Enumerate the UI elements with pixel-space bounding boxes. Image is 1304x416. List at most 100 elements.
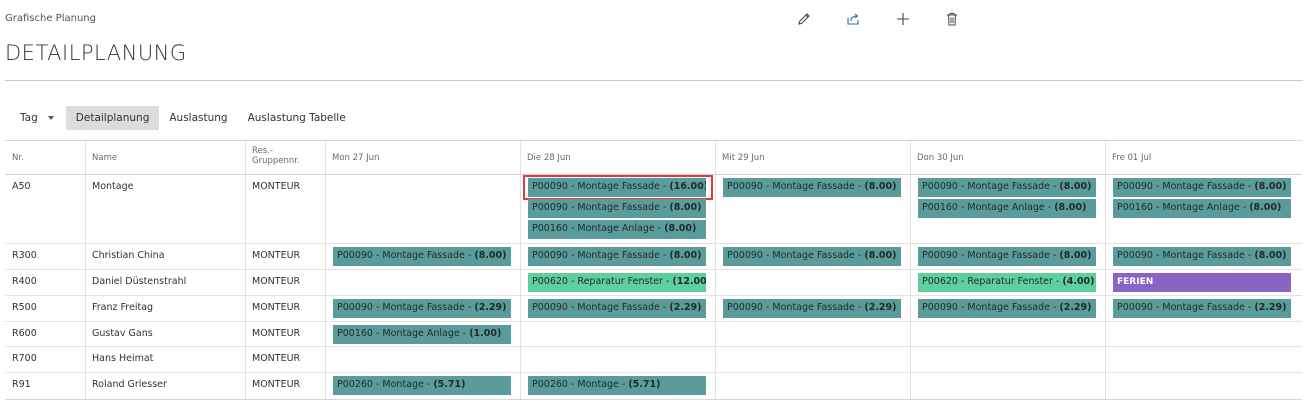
tab-detailplanung[interactable]: Detailplanung [65,106,160,130]
chevron-down-icon [47,116,54,120]
edit-button[interactable] [795,10,813,28]
bar-hours: (8.00) [669,250,702,261]
row-group: MONTEUR [252,328,301,339]
row-group: MONTEUR [252,276,301,287]
row-nr: R400 [12,276,37,287]
bar-label: P00160 - Montage Anlage - [337,328,470,339]
bar-label: P00260 - Montage - [532,379,629,390]
header-divider [5,80,1303,81]
planning-bar[interactable]: P00090 - Montage Fassade - (8.00) [1113,178,1291,197]
row-divider [5,269,1302,270]
planning-bar[interactable]: P00090 - Montage Fassade - (2.29) [918,299,1096,318]
row-group: MONTEUR [252,379,301,390]
row-divider [5,174,1302,175]
planning-bar[interactable]: P00090 - Montage Fassade - (8.00) [723,247,901,266]
planning-bar[interactable]: P00090 - Montage Fassade - (8.00) [528,247,706,266]
bar-hours: (8.00) [1059,250,1092,261]
bar-hours: (8.00) [669,202,702,213]
planning-bar[interactable]: P00090 - Montage Fassade - (8.00) [528,199,706,218]
add-button[interactable] [894,10,912,28]
bar-hours: (5.71) [433,379,466,390]
column-header-name[interactable]: Name [92,153,117,163]
planning-bar[interactable]: P00260 - Montage - (5.71) [333,376,511,395]
bar-label: P00620 - Reparatur Fenster - [922,276,1063,287]
column-divider [520,141,521,399]
delete-button[interactable] [943,10,961,28]
bar-label: P00090 - Montage Fassade - [337,302,475,313]
planning-bar[interactable]: P00090 - Montage Fassade - (16.00) [528,178,706,197]
bar-hours: (2.29) [669,302,702,313]
planning-bar[interactable]: P00090 - Montage Fassade - (8.00) [723,178,901,197]
column-header-nr[interactable]: Nr. [12,153,24,163]
column-divider [325,141,326,399]
bar-label: P00160 - Montage Anlage - [922,202,1055,213]
column-header-day[interactable]: Mit 29 Jun [722,153,765,163]
planning-bar[interactable]: P00620 - Reparatur Fenster - (4.00) [918,273,1096,292]
planning-bar[interactable]: P00090 - Montage Fassade - (8.00) [918,247,1096,266]
column-divider [245,141,246,399]
bar-label: P00160 - Montage Anlage - [1117,202,1250,213]
tab-auslastung-tabelle[interactable]: Auslastung Tabelle [238,106,356,130]
column-header-day[interactable]: Mon 27 Jun [332,153,379,163]
row-group: MONTEUR [252,181,301,192]
row-divider [5,243,1302,244]
bar-label: P00090 - Montage Fassade - [1117,181,1255,192]
bar-hours: (2.29) [1254,302,1287,313]
column-divider [715,141,716,399]
planning-bar[interactable]: P00090 - Montage Fassade - (2.29) [1113,299,1291,318]
planning-bar[interactable]: P00160 - Montage Anlage - (8.00) [918,199,1096,218]
bar-label: P00090 - Montage Fassade - [922,181,1060,192]
bar-hours: (8.00) [1254,181,1287,192]
bar-label: P00160 - Montage Anlage - [532,223,665,234]
period-dropdown[interactable]: Tag [10,106,66,130]
column-divider [910,141,911,399]
planning-bar[interactable]: P00090 - Montage Fassade - (2.29) [333,299,511,318]
bar-hours: (1.00) [469,328,502,339]
planning-bar[interactable]: P00160 - Montage Anlage - (8.00) [1113,199,1291,218]
bar-hours: (8.00) [1249,202,1282,213]
share-icon [847,13,859,25]
period-label: Tag [20,112,38,124]
planning-bar[interactable]: P00620 - Reparatur Fenster - (12.00) [528,273,706,292]
row-nr: R700 [12,353,37,364]
bar-hours: (8.00) [1254,250,1287,261]
column-header-day[interactable]: Fre 01 Jul [1112,153,1151,163]
bar-label: FERIEN [1117,277,1154,287]
bar-hours: (8.00) [1059,181,1092,192]
plus-icon [897,13,909,25]
row-divider [5,346,1302,347]
bar-hours: (16.00) [669,181,706,192]
bar-label: P00090 - Montage Fassade - [727,181,865,192]
planning-bar[interactable]: P00090 - Montage Fassade - (8.00) [918,178,1096,197]
planning-bar[interactable]: P00260 - Montage - (5.71) [528,376,706,395]
row-name: Hans Heimat [92,353,154,364]
row-name: Montage [92,181,134,192]
bar-label: P00090 - Montage Fassade - [337,250,475,261]
row-divider [5,372,1302,373]
bar-hours: (5.71) [628,379,661,390]
column-header-group[interactable]: Res.- Gruppennr. [252,146,300,166]
planning-bar[interactable]: P00090 - Montage Fassade - (8.00) [1113,247,1291,266]
column-divider [85,141,86,399]
planning-bar[interactable]: FERIEN [1113,273,1291,292]
bar-label: P00090 - Montage Fassade - [532,181,670,192]
bar-label: P00090 - Montage Fassade - [1117,302,1255,313]
bar-hours: (2.29) [1059,302,1092,313]
breadcrumb[interactable]: Grafische Planung [5,13,96,24]
planning-bar[interactable]: P00090 - Montage Fassade - (2.29) [528,299,706,318]
row-name: Franz Freitag [92,302,154,313]
share-button[interactable] [844,10,862,28]
planning-bar[interactable]: P00160 - Montage Anlage - (1.00) [333,325,511,344]
planning-bar[interactable]: P00090 - Montage Fassade - (2.29) [723,299,901,318]
bar-hours: (12.00) [672,276,706,287]
row-nr: R600 [12,328,37,339]
row-group: MONTEUR [252,250,301,261]
bar-hours: (8.00) [864,250,897,261]
planning-bar[interactable]: P00160 - Montage Anlage - (8.00) [528,220,706,239]
planning-bar[interactable]: P00090 - Montage Fassade - (8.00) [333,247,511,266]
tab-auslastung[interactable]: Auslastung [159,106,237,130]
column-header-day[interactable]: Die 28 Jun [527,153,571,163]
column-header-day[interactable]: Don 30 Jun [917,153,964,163]
bar-label: P00090 - Montage Fassade - [532,302,670,313]
bar-label: P00090 - Montage Fassade - [532,202,670,213]
